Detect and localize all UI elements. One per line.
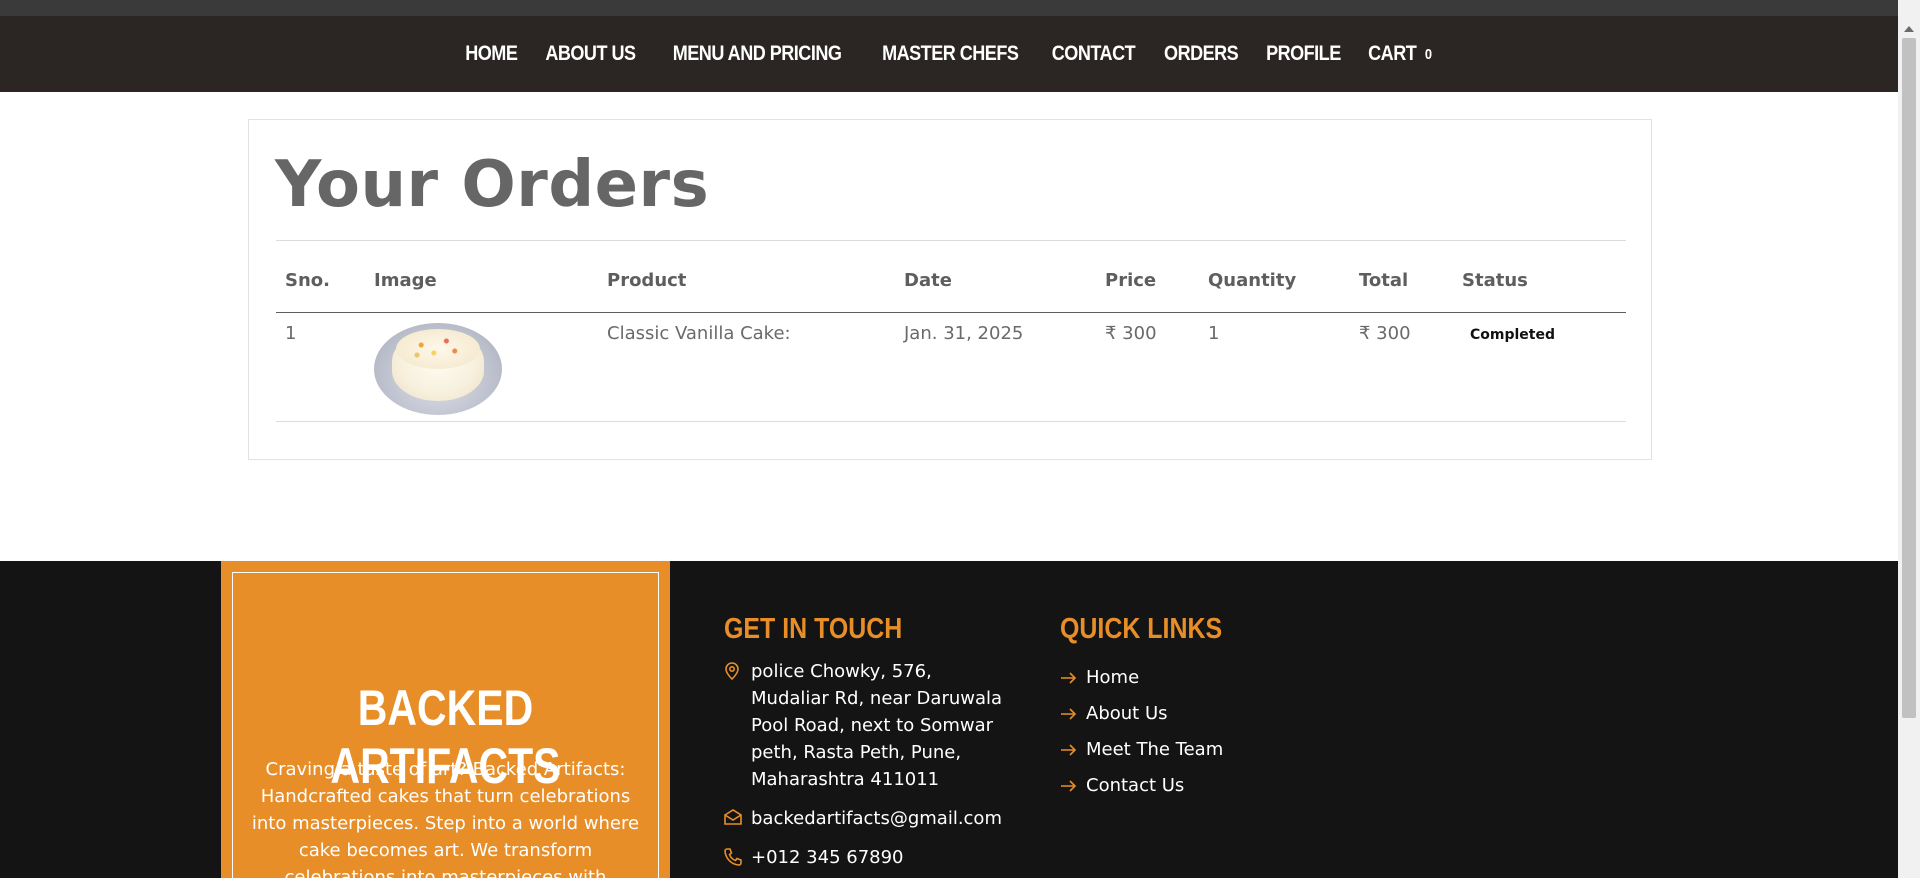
cake-product-image <box>374 322 502 415</box>
title-divider <box>276 240 1626 241</box>
orders-card: Your Orders Sno. Image Product Date Pric… <box>248 119 1652 460</box>
cell-image <box>365 312 598 422</box>
arrow-right-icon <box>1060 707 1077 720</box>
arrow-right-icon <box>1060 779 1077 792</box>
nav-about-us[interactable]: ABOUT US <box>538 42 642 66</box>
phone-icon <box>724 848 744 866</box>
scroll-up-arrow-icon[interactable] <box>1898 22 1920 36</box>
cell-date: Jan. 31, 2025 <box>895 312 1096 422</box>
page-title: Your Orders <box>275 148 710 222</box>
footer-brand-panel: BACKED ARTIFACTS Craving a taste of art?… <box>221 561 670 878</box>
status-badge: Completed <box>1470 326 1556 343</box>
footer-link-contact-us[interactable]: Contact Us <box>1060 772 1360 799</box>
footer-link-meet-the-team[interactable]: Meet The Team <box>1060 736 1360 763</box>
address-text: police Chowky, 576, Mudaliar Rd, near Da… <box>751 661 1003 790</box>
nav-menu-and-pricing[interactable]: MENU AND PRICING <box>665 42 847 66</box>
phone-row: +012 345 67890 <box>724 844 1014 871</box>
column-header-image: Image <box>365 270 598 313</box>
column-header-total: Total <box>1350 270 1453 313</box>
cart-count-badge: 0 <box>1425 45 1432 63</box>
column-header-sno: Sno. <box>276 270 365 313</box>
orders-table: Sno. Image Product Date Price Quantity T… <box>276 270 1626 422</box>
brand-description: Craving a taste of art? Backed Artifacts… <box>251 759 640 878</box>
nav-orders[interactable]: ORDERS <box>1157 42 1245 66</box>
nav-menu: HOME ABOUT US MENU AND PRICING MASTER CH… <box>453 42 1445 66</box>
quick-links-section: QUICK LINKS Home About Us Meet The Team … <box>1060 613 1360 799</box>
column-header-product: Product <box>598 270 895 313</box>
get-in-touch-heading: GET IN TOUCH <box>724 613 903 645</box>
email-row: backedartifacts@gmail.com <box>724 805 1014 832</box>
footer-link-label: Contact Us <box>1086 775 1185 796</box>
get-in-touch-section: GET IN TOUCH police Chowky, 576, Mudalia… <box>724 613 1014 871</box>
main-navbar: HOME ABOUT US MENU AND PRICING MASTER CH… <box>0 16 1898 92</box>
cell-price: ₹ 300 <box>1096 312 1199 422</box>
site-footer: BACKED ARTIFACTS Craving a taste of art?… <box>0 561 1898 878</box>
table-row: 1 Classic Vanilla Cake: Jan. 31, 2025 ₹ … <box>276 312 1626 422</box>
phone-text: +012 345 67890 <box>751 847 904 868</box>
quick-links-heading: QUICK LINKS <box>1060 613 1223 645</box>
address-row: police Chowky, 576, Mudaliar Rd, near Da… <box>724 658 1014 793</box>
scrollbar-thumb[interactable] <box>1902 38 1916 718</box>
column-header-date: Date <box>895 270 1096 313</box>
footer-link-label: Home <box>1086 667 1140 688</box>
nav-cart[interactable]: CART 0 <box>1361 42 1438 66</box>
footer-link-label: About Us <box>1086 703 1168 724</box>
arrow-right-icon <box>1060 671 1077 684</box>
column-header-quantity: Quantity <box>1199 270 1350 313</box>
nav-contact[interactable]: CONTACT <box>1045 42 1142 66</box>
cell-sno: 1 <box>276 312 365 422</box>
column-header-price: Price <box>1096 270 1199 313</box>
cart-label: CART <box>1368 42 1417 65</box>
browser-bookmarks-strip <box>0 0 1898 16</box>
envelope-icon <box>724 809 744 825</box>
page-scrollbar[interactable] <box>1898 0 1920 878</box>
cell-product: Classic Vanilla Cake: <box>598 312 895 422</box>
footer-link-label: Meet The Team <box>1086 739 1224 760</box>
cake-sprinkles-top <box>396 328 480 369</box>
cell-quantity: 1 <box>1199 312 1350 422</box>
nav-home[interactable]: HOME <box>458 42 524 66</box>
footer-link-home[interactable]: Home <box>1060 664 1360 691</box>
footer-link-about-us[interactable]: About Us <box>1060 700 1360 727</box>
email-link[interactable]: backedartifacts@gmail.com <box>751 805 1002 832</box>
nav-master-chefs[interactable]: MASTER CHEFS <box>875 42 1025 66</box>
arrow-right-icon <box>1060 743 1077 756</box>
nav-profile[interactable]: PROFILE <box>1260 42 1348 66</box>
cell-status: Completed <box>1453 312 1626 422</box>
map-pin-icon <box>724 662 744 680</box>
cell-total: ₹ 300 <box>1350 312 1453 422</box>
column-header-status: Status <box>1453 270 1626 313</box>
table-header-row: Sno. Image Product Date Price Quantity T… <box>276 270 1626 313</box>
